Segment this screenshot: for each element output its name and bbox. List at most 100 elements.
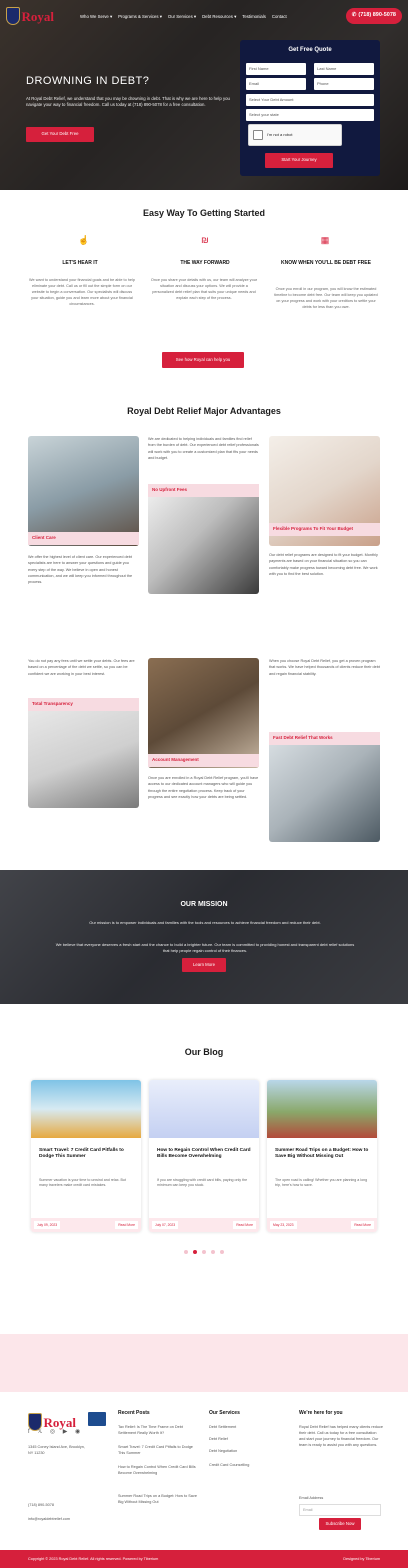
client-care-image <box>28 436 139 546</box>
mission-section: OUR MISSION Our mission is to empower in… <box>0 870 408 1004</box>
captcha-checkbox[interactable] <box>253 130 263 140</box>
copyright: Copyright © 2023 Royal Debt Relief. All … <box>28 1557 159 1561</box>
logo[interactable]: Royal <box>6 4 54 28</box>
mission-text: Our mission is to empower individuals an… <box>89 920 321 925</box>
fees-text: You do not pay any fees until we settle … <box>28 659 135 676</box>
results-text: When you choose Royal Debt Relief, you g… <box>269 659 380 676</box>
read-more-link[interactable]: Read More <box>233 1221 256 1229</box>
hand-pointer-icon: ☝ <box>78 235 90 246</box>
subscribe-button[interactable]: Subscribe Now <box>319 1518 361 1530</box>
no-upfront-image <box>148 484 259 594</box>
recent-posts-heading: Recent Posts <box>118 1410 150 1416</box>
footer-address: 1345 Coney Island Ave, Brooklyn, NY 1123… <box>28 1445 85 1456</box>
transparency-image <box>28 698 139 808</box>
submit-button[interactable]: Start Your Journey <box>265 153 333 168</box>
read-more-link[interactable]: Read More <box>351 1221 374 1229</box>
flexible-tag: Flexible Programs To Fit Your Budget <box>269 523 380 536</box>
service-link[interactable]: Credit Card Counselling <box>209 1462 249 1468</box>
phone-button[interactable]: ✆ (718) 890-5078 <box>345 8 402 24</box>
blog-title: Our Blog <box>184 1047 224 1057</box>
flexible-text: Our debt relief programs are designed to… <box>269 553 378 576</box>
quote-title: Get Free Quote <box>288 47 332 53</box>
steps-title: Easy Way To Getting Started <box>142 208 266 218</box>
fast-relief-image <box>269 732 380 842</box>
nav-item[interactable]: Who We Serve ▾ <box>80 14 112 20</box>
read-more-link[interactable]: Read More <box>115 1221 138 1229</box>
service-link[interactable]: Debt Negotiation <box>209 1448 237 1454</box>
step-heading: KNOW WHEN YOU'LL BE DEBT FREE <box>281 260 371 266</box>
quote-form: Get Free Quote First Name Last Name Emai… <box>240 40 380 176</box>
phone-icon: ✆ <box>351 12 357 19</box>
account-text: Once you are enrolled in a Royal Debt Re… <box>148 776 259 799</box>
calendar-icon: ▦ <box>320 235 330 246</box>
email-label: Email Address <box>299 1496 324 1500</box>
debt-amount-select[interactable]: Select Your Debt Amount <box>246 94 374 106</box>
blog-excerpt: Summer vacation is your time to unwind a… <box>39 1178 126 1188</box>
blog-image <box>31 1080 141 1138</box>
steps-cta-button[interactable]: See how Royal can help you <box>162 352 244 368</box>
blog-post-title[interactable]: How to Regain Control When Credit Card B… <box>157 1148 253 1161</box>
client-care-text: We offer the highest level of client car… <box>28 555 133 584</box>
blog-card[interactable]: How to Regain Control When Credit Card B… <box>149 1080 259 1232</box>
first-name-input[interactable]: First Name <box>246 63 306 75</box>
mission-title: OUR MISSION <box>180 901 228 908</box>
help-text: Royal Debt Relief has helped many client… <box>299 1425 383 1448</box>
recent-post-link[interactable]: Summer Road Trips on a Budget: How to Sa… <box>118 1493 200 1505</box>
designed-by[interactable]: Designed by Tiberium <box>343 1557 380 1563</box>
nav-item[interactable]: Our Services ▾ <box>168 14 196 20</box>
blog-date: July 07, 2023 <box>152 1221 179 1229</box>
step-text: We want to understand your financial goa… <box>29 278 135 307</box>
state-select[interactable]: Select your state <box>246 109 374 121</box>
last-name-input[interactable]: Last Name <box>314 63 374 75</box>
carousel-dot[interactable] <box>184 1250 188 1254</box>
email-input[interactable]: Email <box>246 78 306 90</box>
carousel-dot[interactable] <box>193 1250 197 1254</box>
blog-date: July 09, 2023 <box>34 1221 61 1229</box>
blog-card[interactable]: Smart Travel: 7 Credit Card Pitfalls to … <box>31 1080 141 1232</box>
step-text: Once you share your details with us, our… <box>150 278 258 301</box>
recent-post-link[interactable]: Smart Travel: 7 Credit Card Pitfalls to … <box>118 1444 200 1456</box>
blog-card[interactable]: Summer Road Trips on a Budget: How to Sa… <box>267 1080 377 1232</box>
footer-phone[interactable]: (718) 890-5078 <box>28 1502 90 1508</box>
recent-post-link[interactable]: Tax Relief: Is The Time Frame on Debt Se… <box>118 1424 200 1436</box>
nav-item[interactable]: Debt Resources ▾ <box>202 14 236 20</box>
nav-item[interactable]: Testimonials <box>242 14 266 20</box>
hero-cta-button[interactable]: Get Your Debt Free <box>26 127 94 142</box>
shield-icon <box>6 7 20 25</box>
blog-post-title[interactable]: Smart Travel: 7 Credit Card Pitfalls to … <box>39 1148 135 1161</box>
step-text: Once you enroll in our program, you will… <box>274 287 378 310</box>
bottom-bar: Copyright © 2023 Royal Debt Relief. All … <box>0 1550 408 1568</box>
mission-button[interactable]: Learn More <box>182 958 226 972</box>
mission-text: We believe that everyone deserves a fres… <box>55 942 355 953</box>
recaptcha[interactable]: I'm not a robot <box>248 124 342 146</box>
nav-item[interactable]: Programs & Services ▾ <box>118 14 162 20</box>
recent-post-link[interactable]: How to Regain Control When Credit Card B… <box>118 1464 200 1476</box>
footer-email[interactable]: info@royaldebtrelief.com <box>28 1516 100 1522</box>
services-heading: Our Services <box>209 1410 240 1416</box>
carousel-dot[interactable] <box>220 1250 224 1254</box>
phone-input[interactable]: Phone <box>314 78 374 90</box>
advantages-title: Royal Debt Relief Major Advantages <box>127 406 281 416</box>
carousel-dot[interactable] <box>211 1250 215 1254</box>
blog-excerpt: If you are struggling with credit card b… <box>157 1178 248 1188</box>
newsletter-email-input[interactable]: Email <box>299 1504 381 1516</box>
transparency-tag: Total Transparency <box>28 698 139 711</box>
money-bag-icon: ₪ <box>201 235 209 246</box>
hero-text: At Royal Debt Relief, we understand that… <box>26 96 230 108</box>
step-heading: LET'S HEAR IT <box>62 260 98 266</box>
nav-item[interactable]: Contact <box>272 14 287 20</box>
social-icons[interactable]: f 𝕏 ◎ ▶ ◉ <box>28 1428 83 1437</box>
main-nav: Who We Serve ▾ Programs & Services ▾ Our… <box>80 14 287 20</box>
service-link[interactable]: Debt Settlement <box>209 1424 236 1430</box>
blog-post-title[interactable]: Summer Road Trips on a Budget: How to Sa… <box>275 1148 371 1161</box>
blog-image <box>149 1080 259 1138</box>
help-heading: We're here for you <box>299 1410 343 1416</box>
bbb-badge-icon <box>88 1412 106 1426</box>
no-upfront-tag: No Upfront Fees <box>148 484 259 497</box>
cta-band <box>0 1334 408 1392</box>
service-link[interactable]: Debt Relief <box>209 1436 228 1442</box>
carousel-dot[interactable] <box>202 1250 206 1254</box>
client-care-tag: Client Care <box>28 532 139 545</box>
hero-title: DROWNING IN DEBT? <box>26 75 150 87</box>
hero: Royal Who We Serve ▾ Programs & Services… <box>0 0 408 190</box>
